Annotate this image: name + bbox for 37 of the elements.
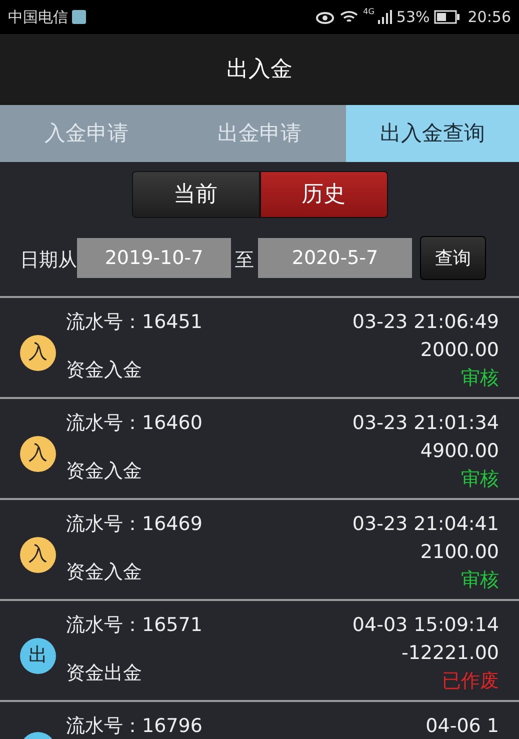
status-text: 已作废 bbox=[442, 669, 499, 694]
segment-button[interactable]: 当前 bbox=[132, 171, 260, 218]
transaction-type: 资金入金 bbox=[66, 459, 143, 484]
transaction-type: 资金入金 bbox=[66, 358, 143, 383]
network-label: 4G bbox=[363, 6, 374, 18]
transaction-type: 资金入金 bbox=[66, 560, 143, 585]
type-badge: 入 bbox=[20, 334, 56, 370]
query-button[interactable]: 查询 bbox=[420, 236, 486, 280]
type-badge: 入 bbox=[20, 536, 56, 572]
date-to-label: 至 bbox=[235, 248, 254, 273]
tab[interactable]: 出入金查询 bbox=[346, 105, 519, 162]
serial-number: 流水号：16451 bbox=[66, 310, 202, 335]
amount: 2000.00 bbox=[420, 338, 499, 363]
carrier-name: 中国电信 bbox=[8, 6, 68, 28]
transaction-time: 03-23 21:04:41 bbox=[352, 512, 499, 537]
transaction-time: 03-23 21:06:49 bbox=[352, 310, 499, 335]
serial-number: 流水号：16796 bbox=[66, 714, 202, 739]
transaction-type: 资金出金 bbox=[66, 661, 143, 686]
status-text: 审核 bbox=[461, 366, 499, 391]
segment-button[interactable]: 历史 bbox=[260, 171, 388, 218]
battery-percent: 53% bbox=[396, 6, 430, 28]
type-badge: 出 bbox=[20, 638, 56, 674]
serial-number: 流水号：16469 bbox=[66, 512, 202, 537]
transaction-time: 04-06 1 bbox=[426, 714, 499, 739]
amount: 2100.00 bbox=[420, 540, 499, 565]
transaction-time: 03-23 21:01:34 bbox=[352, 411, 499, 436]
date-from-label: 日期从 bbox=[20, 248, 77, 273]
transaction-time: 04-03 15:09:14 bbox=[352, 613, 499, 638]
status-text: 审核 bbox=[461, 568, 499, 593]
serial-number: 流水号：16460 bbox=[66, 411, 202, 436]
status-text: 审核 bbox=[461, 467, 499, 492]
page-title: 出入金 bbox=[226, 56, 292, 84]
amount: 4900.00 bbox=[420, 439, 499, 464]
clock: 20:56 bbox=[468, 6, 511, 28]
amount: -12221.00 bbox=[401, 641, 499, 666]
type-badge: 入 bbox=[20, 436, 56, 472]
serial-number: 流水号：16571 bbox=[66, 613, 202, 638]
